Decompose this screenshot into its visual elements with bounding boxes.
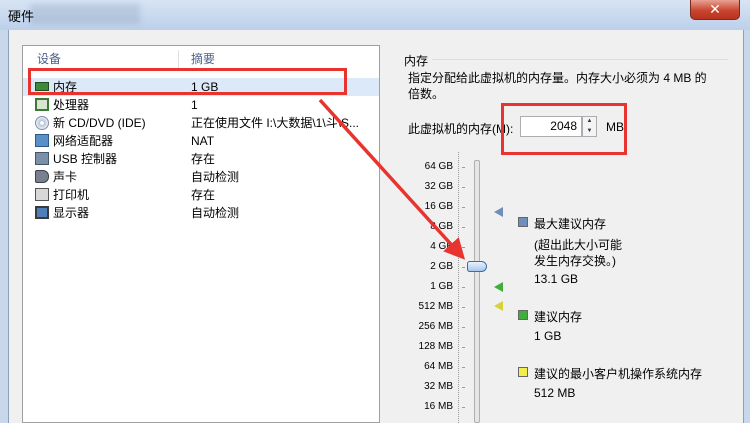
close-button[interactable]: ✕ — [690, 0, 740, 20]
device-row-processor[interactable]: 处理器 1 — [23, 96, 379, 114]
device-row-cd-dvd[interactable]: 新 CD/DVD (IDE) 正在使用文件 I:\大数据\1\斗\S... — [23, 114, 379, 132]
usb-icon — [35, 152, 49, 165]
max-recommended-swatch — [518, 217, 528, 227]
max-recommended-value: 13.1 GB — [534, 272, 579, 286]
network-adapter-icon — [35, 134, 49, 147]
device-summary: 存在 — [191, 188, 216, 202]
memory-field-label: 此虚拟机的内存(M): — [408, 122, 514, 136]
scale-tick-label: 8 GB — [430, 221, 453, 232]
guest-min-swatch — [518, 367, 528, 377]
device-name: USB 控制器 — [53, 152, 118, 166]
scale-tick-mark — [462, 227, 465, 228]
device-row-printer[interactable]: 打印机 存在 — [23, 186, 379, 204]
device-summary: 自动检测 — [191, 206, 240, 220]
device-summary: NAT — [191, 134, 215, 148]
recommended-value: 1 GB — [534, 329, 562, 343]
printer-icon — [35, 188, 49, 201]
sound-card-icon — [35, 170, 49, 183]
cd-dvd-icon — [35, 116, 49, 130]
scale-tick-mark — [462, 187, 465, 188]
recommended-title: 建议内存 — [534, 310, 583, 324]
device-name: 打印机 — [53, 188, 90, 202]
column-header-device[interactable]: 设备 — [37, 46, 61, 70]
device-summary: 自动检测 — [191, 170, 240, 184]
scale-tick-mark — [462, 387, 465, 388]
scale-tick-mark — [462, 367, 465, 368]
device-row-display[interactable]: 显示器 自动检测 — [23, 204, 379, 222]
scale-tick-mark — [462, 167, 465, 168]
scale-tick-label: 32 GB — [424, 181, 453, 192]
scale-tick-label: 32 MB — [424, 381, 453, 392]
scale-tick-mark — [462, 207, 465, 208]
device-name: 新 CD/DVD (IDE) — [53, 116, 146, 130]
group-divider — [432, 59, 728, 60]
annotation-box-memory-row — [28, 68, 347, 95]
device-row-network-adapter[interactable]: 网络适配器 NAT — [23, 132, 379, 150]
close-icon: ✕ — [709, 1, 721, 17]
guest-min-title: 建议的最小客户机操作系统内存 — [534, 367, 703, 381]
column-header-summary[interactable]: 摘要 — [191, 46, 215, 70]
scale-tick-mark — [462, 247, 465, 248]
display-icon — [35, 206, 49, 219]
memory-slider-thumb[interactable] — [467, 261, 487, 272]
device-row-usb-controller[interactable]: USB 控制器 存在 — [23, 150, 379, 168]
title-bar: 硬件 ✕ — [0, 0, 750, 30]
window-title: 硬件 — [8, 9, 35, 24]
annotation-box-memory-input — [501, 103, 627, 155]
max-recommended-note-2: 发生内存交换。) — [534, 254, 616, 268]
column-separator — [178, 50, 179, 68]
scale-line — [458, 152, 460, 423]
background-blur — [30, 4, 140, 24]
scale-tick-mark — [462, 407, 465, 408]
recommended-marker — [494, 282, 503, 292]
scale-tick-mark — [462, 327, 465, 328]
guest-min-marker — [494, 301, 503, 311]
guest-min-value: 512 MB — [534, 386, 576, 400]
scale-tick-label: 16 GB — [424, 201, 453, 212]
device-name: 声卡 — [53, 170, 78, 184]
scale-tick-mark — [462, 347, 465, 348]
scale-tick-label: 128 MB — [418, 341, 453, 352]
scale-tick-mark — [462, 287, 465, 288]
memory-description: 指定分配给此虚拟机的内存量。内存大小必须为 4 MB 的倍数。 — [408, 71, 707, 101]
scale-tick-label: 64 MB — [424, 361, 453, 372]
device-summary: 存在 — [191, 152, 216, 166]
device-name: 处理器 — [53, 98, 90, 112]
scale-tick-label: 16 MB — [424, 401, 453, 412]
scale-tick-label: 1 GB — [430, 281, 453, 292]
scale-tick-label: 4 GB — [430, 241, 453, 252]
memory-slider-track[interactable] — [474, 160, 480, 423]
memory-group-title: 内存 — [404, 54, 429, 68]
device-name: 网络适配器 — [53, 134, 114, 148]
max-recommended-note-1: (超出此大小可能 — [534, 238, 622, 252]
device-summary: 1 — [191, 98, 198, 112]
scale-tick-label: 64 GB — [424, 161, 453, 172]
max-recommended-title: 最大建议内存 — [534, 217, 607, 231]
device-summary: 正在使用文件 I:\大数据\1\斗\S... — [191, 116, 360, 130]
device-name: 显示器 — [53, 206, 90, 220]
scale-tick-label: 512 MB — [418, 301, 453, 312]
max-recommended-marker — [494, 207, 503, 217]
scale-tick-mark — [462, 267, 465, 268]
scale-tick-mark — [462, 307, 465, 308]
device-row-sound-card[interactable]: 声卡 自动检测 — [23, 168, 379, 186]
recommended-swatch — [518, 310, 528, 320]
scale-tick-label: 2 GB — [430, 261, 453, 272]
device-list[interactable]: 设备 摘要 内存 1 GB 处理器 1 新 CD/DVD (IDE) 正在使用文… — [22, 45, 380, 423]
processor-icon — [35, 98, 49, 111]
scale-tick-label: 256 MB — [418, 321, 453, 332]
